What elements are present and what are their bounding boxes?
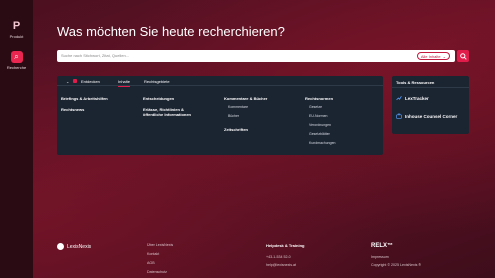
tab-inhalte[interactable]: Inhalte: [118, 79, 131, 87]
link-eu-normen[interactable]: EU-Normen: [309, 114, 327, 118]
rail-label-produkt: Produkt: [9, 34, 24, 39]
search-icon: ⌕: [10, 51, 23, 63]
tool-lextracker[interactable]: LexTracker: [396, 95, 429, 101]
tool-inhouse-counsel[interactable]: Inhouse Counsel Corner: [396, 113, 457, 119]
left-rail: P Produkt ⌕ Recherche: [0, 0, 33, 278]
link-kundmachungen[interactable]: Kundmachungen: [309, 141, 335, 145]
link-gesetze[interactable]: Gesetze: [309, 105, 322, 109]
briefcase-icon: [396, 113, 402, 119]
footer-link-kontakt[interactable]: Kontakt: [147, 252, 159, 256]
footer-impressum[interactable]: Impressum: [371, 255, 389, 259]
footer-email[interactable]: help@lexisnexis.at: [266, 263, 296, 267]
chart-icon: [396, 95, 402, 101]
search-button[interactable]: [457, 50, 469, 62]
link-kommentare[interactable]: Kommentare: [228, 105, 248, 109]
rail-item-recherche[interactable]: ⌕ Recherche: [0, 51, 33, 70]
link-erlaesse-line2[interactable]: öffentliche Informationen: [143, 112, 191, 117]
tools-title: Tools & Ressourcen: [396, 80, 435, 85]
footer-brand: LexisNexis: [67, 243, 92, 250]
search-placeholder: Suche nach Stichwort, Zitat, Quellen...: [61, 53, 130, 58]
footer-phone[interactable]: +43-1-534 52-0: [266, 255, 291, 259]
footer-link-datenschutz[interactable]: Datenschutz: [147, 270, 167, 274]
footer-link-about[interactable]: Über LexisNexis: [147, 243, 173, 247]
collapse-chevron-icon[interactable]: ⌄: [66, 79, 69, 84]
panel-tabs: ⌄ Entdecken Inhalte Rechtsgebiete: [57, 76, 383, 87]
link-gesetzblaetter[interactable]: Gesetzblätter: [309, 132, 330, 136]
scope-label: Alle Inhalte: [420, 53, 441, 59]
link-briefings[interactable]: Briefings & Arbeitshilfen: [61, 96, 108, 101]
link-zeitschriften[interactable]: Zeitschriften: [224, 127, 248, 132]
content-panel: ⌄ Entdecken Inhalte Rechtsgebiete Briefi…: [57, 76, 383, 155]
tools-divider: [392, 87, 469, 88]
footer-link-agb[interactable]: AGB: [147, 261, 155, 265]
link-verordnungen[interactable]: Verordnungen: [309, 123, 331, 127]
rail-item-produkt[interactable]: P Produkt: [0, 20, 33, 39]
tool-lextracker-label: LexTracker: [405, 95, 429, 101]
footer-logo[interactable]: LexisNexis: [57, 243, 91, 250]
search-icon: [459, 52, 467, 60]
link-buecher[interactable]: Bücher: [228, 114, 239, 118]
link-rechtsnormen[interactable]: Rechtsnormen: [305, 96, 333, 101]
rail-label-recherche: Recherche: [6, 65, 27, 70]
page-title: Was möchten Sie heute recherchieren?: [57, 24, 285, 39]
link-rechtsnews[interactable]: Rechtsnews: [61, 107, 84, 112]
produkt-icon: P: [12, 20, 21, 32]
tools-panel: Tools & Ressourcen LexTracker Inhouse Co…: [392, 76, 469, 134]
link-kommentare-buecher[interactable]: Kommentare & Bücher: [224, 96, 267, 101]
relx-logo: RELX™: [371, 243, 394, 249]
tab-rechtsgebiete[interactable]: Rechtsgebiete: [144, 79, 170, 84]
link-entscheidungen[interactable]: Entscheidungen: [143, 96, 174, 101]
chevron-down-icon: ⌄: [442, 53, 446, 59]
tab-entdecken[interactable]: Entdecken: [81, 79, 100, 84]
lexis-mark-icon: [73, 79, 77, 83]
scope-dropdown[interactable]: Alle Inhalte ⌄: [416, 52, 450, 60]
tool-inhouse-label: Inhouse Counsel Corner: [405, 113, 458, 119]
search-input[interactable]: Suche nach Stichwort, Zitat, Quellen... …: [57, 50, 455, 62]
lexisnexis-logo-icon: [57, 243, 64, 250]
footer-copyright: Copyright © 2025 LexisNexis ®: [371, 263, 422, 267]
footer-helpdesk-title: Helpdesk & Training: [266, 243, 305, 248]
